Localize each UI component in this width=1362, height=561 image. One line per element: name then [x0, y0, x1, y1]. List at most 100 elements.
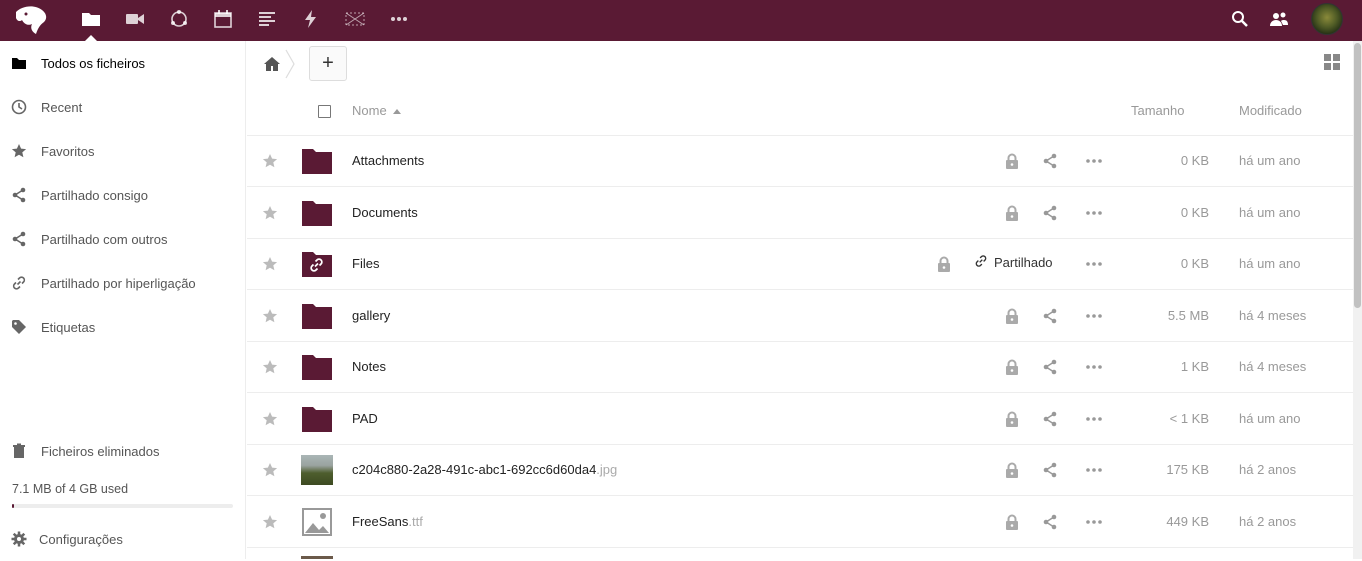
- notes-app-icon[interactable]: [256, 8, 278, 30]
- file-modified: há um ano: [1239, 204, 1301, 220]
- more-actions-button[interactable]: [1085, 256, 1103, 272]
- file-row[interactable]: Attachments 0 KB há um ano: [247, 136, 1353, 187]
- breadcrumb-separator: [285, 49, 295, 79]
- more-actions-button[interactable]: [1085, 359, 1103, 375]
- file-name[interactable]: Attachments: [352, 153, 424, 168]
- column-size-header[interactable]: Tamanho: [1131, 103, 1184, 118]
- file-name[interactable]: PAD: [352, 411, 378, 426]
- more-actions-button[interactable]: [1085, 462, 1103, 478]
- share-button[interactable]: [1042, 308, 1058, 324]
- gallery-app-icon[interactable]: [344, 8, 366, 30]
- lock-icon: [1004, 411, 1020, 427]
- favorite-star-icon[interactable]: [262, 205, 278, 221]
- sidebar-item-label: Partilhado por hiperligação: [41, 275, 196, 291]
- file-name[interactable]: Notes: [352, 359, 386, 374]
- favorite-star-icon[interactable]: [262, 308, 278, 324]
- column-modified-header[interactable]: Modificado: [1239, 103, 1302, 118]
- favorite-star-icon[interactable]: [262, 153, 278, 169]
- file-row[interactable]: c204c880-2a28-491c-abc1-692cc6d60da4.jpg…: [247, 445, 1353, 496]
- activity-app-icon[interactable]: [300, 8, 322, 30]
- settings-label: Configurações: [39, 531, 123, 547]
- more-apps-button[interactable]: [388, 8, 410, 30]
- favorite-star-icon[interactable]: [262, 411, 278, 427]
- logo-icon[interactable]: [12, 2, 52, 38]
- shared-folder-icon: [301, 249, 333, 279]
- add-new-button[interactable]: +: [309, 46, 347, 81]
- grid-view-icon[interactable]: [1323, 53, 1341, 71]
- file-basename: Attachments: [352, 153, 425, 168]
- scrollbar[interactable]: [1353, 41, 1362, 559]
- scrollbar-thumb[interactable]: [1354, 43, 1361, 308]
- more-actions-button[interactable]: [1085, 205, 1103, 221]
- file-row[interactable]: Documents 0 KB há um ano: [247, 188, 1353, 239]
- lock-icon: [936, 256, 952, 272]
- avatar[interactable]: [1311, 3, 1343, 35]
- file-row[interactable]: FreeSans.ttf 449 KB há 2 anos: [247, 497, 1353, 548]
- video-app-icon[interactable]: [124, 8, 146, 30]
- settings-button[interactable]: Configurações: [0, 517, 245, 561]
- file-size: 0 KB: [1180, 256, 1209, 271]
- file-modified: há 2 anos: [1239, 513, 1297, 529]
- more-actions-button[interactable]: [1085, 308, 1103, 324]
- file-row[interactable]: Files Partilhado 0 KB há um ano: [247, 239, 1353, 290]
- star-icon: [10, 142, 28, 160]
- favorite-star-icon[interactable]: [262, 256, 278, 272]
- sidebar-item-all-files[interactable]: Todos os ficheiros: [0, 41, 245, 85]
- share-icon: [10, 230, 28, 248]
- sidebar-item-label: Ficheiros eliminados: [41, 443, 160, 459]
- files-app-icon[interactable]: [80, 8, 102, 30]
- image-file-icon: [301, 507, 333, 537]
- file-name[interactable]: gallery: [352, 308, 390, 323]
- more-actions-button[interactable]: [1085, 411, 1103, 427]
- select-all-checkbox[interactable]: [318, 105, 331, 118]
- file-size: 5.5 MB: [1167, 307, 1209, 323]
- folder-icon: [301, 198, 333, 228]
- lock-icon: [1004, 153, 1020, 169]
- file-name[interactable]: Documents: [352, 205, 418, 220]
- file-modified: há 4 meses: [1239, 307, 1307, 323]
- share-button[interactable]: [1042, 411, 1058, 427]
- sidebar-item-shared-with-you[interactable]: Partilhado consigo: [0, 173, 245, 217]
- lock-icon: [1004, 308, 1020, 324]
- sidebar-item-shared-by-link[interactable]: Partilhado por hiperligação: [0, 261, 245, 305]
- share-button[interactable]: [1042, 153, 1058, 169]
- share-button[interactable]: [1042, 205, 1058, 221]
- favorite-star-icon[interactable]: [262, 359, 278, 375]
- search-button[interactable]: [1229, 8, 1251, 30]
- sidebar-item-deleted-files[interactable]: Ficheiros eliminados: [0, 429, 245, 473]
- share-button[interactable]: [1042, 462, 1058, 478]
- column-name-label: Nome: [352, 103, 387, 118]
- sidebar-item-shared-with-others[interactable]: Partilhado com outros: [0, 217, 245, 261]
- link-icon: [974, 254, 994, 271]
- lock-icon: [1004, 462, 1020, 478]
- share-button[interactable]: [1042, 359, 1058, 375]
- more-actions-button[interactable]: [1085, 514, 1103, 530]
- file-row[interactable]: PAD < 1 KB há um ano: [247, 394, 1353, 445]
- sidebar-item-recent[interactable]: Recent: [0, 85, 245, 129]
- column-name-header[interactable]: Nome: [352, 103, 401, 118]
- lock-icon: [1004, 514, 1020, 530]
- home-icon[interactable]: [263, 55, 281, 73]
- folder-icon: [301, 301, 333, 331]
- file-row[interactable]: gallery 5.5 MB há 4 meses: [247, 291, 1353, 342]
- file-name[interactable]: Files: [352, 256, 379, 271]
- file-modified: há 4 meses: [1239, 359, 1307, 374]
- file-name[interactable]: c204c880-2a28-491c-abc1-692cc6d60da4.jpg: [352, 462, 617, 477]
- favorite-star-icon[interactable]: [262, 462, 278, 478]
- file-name[interactable]: FreeSans.ttf: [352, 514, 423, 529]
- more-actions-button[interactable]: [1085, 153, 1103, 169]
- circles-app-icon[interactable]: [168, 8, 190, 30]
- search-icon: [1232, 11, 1248, 27]
- sidebar-item-tags[interactable]: Etiquetas: [0, 305, 245, 349]
- file-basename: Files: [352, 256, 380, 271]
- file-size: 0 KB: [1180, 204, 1209, 220]
- share-button[interactable]: [1042, 514, 1058, 530]
- file-size: 449 KB: [1166, 513, 1209, 529]
- calendar-app-icon[interactable]: [212, 8, 234, 30]
- shared-link-button[interactable]: Partilhado: [974, 254, 1053, 271]
- file-size: 0 KB: [1180, 153, 1209, 168]
- favorite-star-icon[interactable]: [262, 514, 278, 530]
- sidebar-item-favorites[interactable]: Favoritos: [0, 129, 245, 173]
- file-row[interactable]: Notes 1 KB há 4 meses: [247, 342, 1353, 393]
- contacts-button[interactable]: [1268, 8, 1290, 30]
